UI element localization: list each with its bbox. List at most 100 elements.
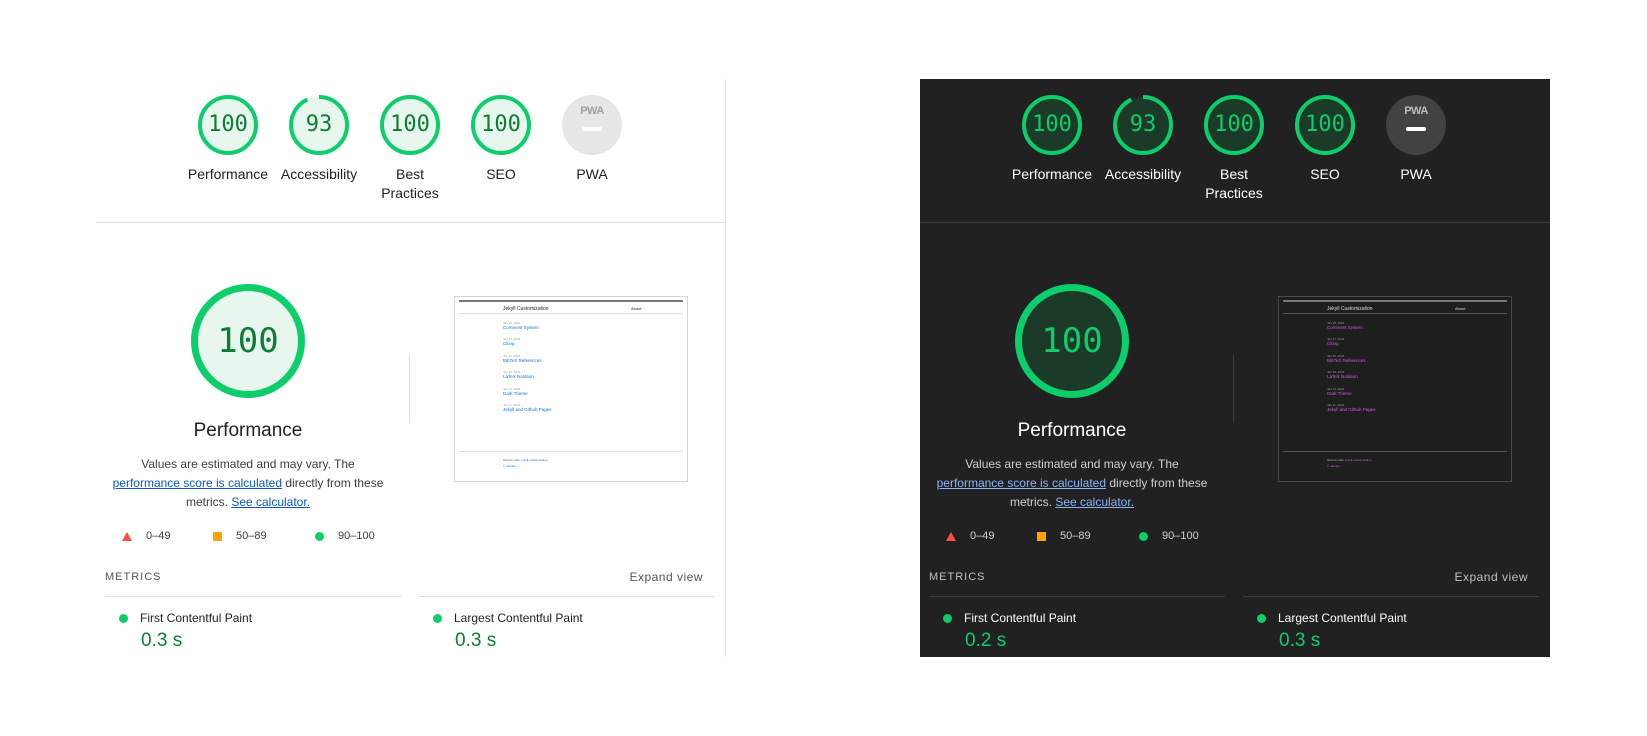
site-header-bar — [459, 300, 683, 302]
metric-value: 0.3 s — [141, 630, 183, 651]
see-calculator-link[interactable]: See calculator. — [231, 495, 310, 509]
post-title: Dark Theme — [503, 391, 528, 396]
gauge-best-practices[interactable]: 100 Best Practices — [1188, 95, 1280, 203]
vertical-divider — [1233, 355, 1234, 423]
legend-pass: 90–100 — [1139, 528, 1199, 544]
metric-name: First Contentful Paint — [140, 611, 253, 625]
gauge-accessibility[interactable]: 93 Accessibility — [273, 95, 365, 184]
metric-name: Largest Contentful Paint — [454, 611, 583, 625]
gauge-seo[interactable]: 100 SEO — [1279, 95, 1371, 184]
pwa-icon: PWA — [580, 105, 604, 117]
gauge-performance[interactable]: 100 Performance — [1006, 95, 1098, 184]
post-item: Jan 14, 2024 Dark Theme — [503, 387, 528, 397]
metric-name-row: First Contentful Paint — [943, 610, 1076, 626]
site-header-bar — [1283, 300, 1507, 302]
score-calculated-link[interactable]: performance score is calculated — [937, 476, 1106, 490]
gauge-score: 100 — [390, 112, 430, 137]
post-title: Comment System — [1327, 325, 1363, 330]
expand-view-button[interactable]: Expand view — [1454, 570, 1528, 584]
final-screenshot[interactable]: Jekyll Customization About Jan 18, 2024 C… — [454, 296, 688, 482]
metric-lcp: Largest Contentful Paint 0.3 s — [1243, 596, 1539, 651]
divider — [96, 222, 725, 223]
legend-pass: 90–100 — [315, 528, 375, 544]
gauge-label: Accessibility — [1104, 166, 1182, 182]
legend-label: 0–49 — [146, 530, 171, 542]
desc-text: Values are estimated and may vary. The — [141, 457, 355, 471]
gauge-label: Best Practices — [381, 166, 439, 201]
nav-about: About — [1455, 306, 1466, 311]
score-calculated-link[interactable]: performance score is calculated — [113, 476, 282, 490]
legend-label: 50–89 — [1060, 530, 1091, 542]
score-legend: 0–49 50–89 90–100 — [946, 528, 1226, 548]
legend-average: 50–89 — [213, 528, 267, 544]
post-item: Jan 16, 2024 BibTeX References — [503, 354, 542, 364]
post-item: Jan 15, 2024 LaTeX Notation — [1327, 370, 1358, 380]
circle-icon — [1139, 531, 1148, 541]
gauge-score: 100 — [481, 112, 521, 137]
gauge-label: SEO — [1310, 166, 1340, 182]
gauge-label: Performance — [187, 166, 269, 182]
expand-view-button[interactable]: Expand view — [629, 570, 703, 584]
post-title: LaTeX Notation — [1327, 374, 1358, 379]
pwa-badge: PWA — [1386, 95, 1446, 155]
legend-fail: 0–49 — [946, 528, 994, 544]
gauge-pwa[interactable]: PWA PWA — [546, 95, 638, 184]
gauge-seo[interactable]: 100 SEO — [455, 95, 547, 184]
metric-value: 0.3 s — [455, 630, 497, 651]
gauge-accessibility[interactable]: 93 Accessibility — [1097, 95, 1189, 184]
post-title: BibTeX References — [503, 358, 542, 363]
site-title: Jekyll Customization — [1327, 306, 1373, 312]
desc-text: Values are estimated and may vary. The — [965, 457, 1179, 471]
see-calculator-link[interactable]: See calculator. — [1055, 495, 1134, 509]
post-item: Jan 14, 2024 Dark Theme — [1327, 387, 1352, 397]
square-icon — [213, 531, 222, 541]
metric-fcp: First Contentful Paint 0.2 s — [929, 596, 1225, 651]
circle-icon — [315, 531, 324, 541]
lighthouse-report-light: 100 Performance 93 Accessibility 100 Bes… — [96, 79, 726, 657]
category-gauges: 100 Performance 93 Accessibility 100 Bes… — [96, 95, 725, 215]
gauge-pwa[interactable]: PWA PWA — [1370, 95, 1462, 184]
post-item: Jan 18, 2024 Comment System — [503, 321, 539, 331]
footer-copyright: © ukonka — [1327, 464, 1340, 468]
footer-source-link: jekyll-customization — [521, 458, 548, 462]
gauge-label: Performance — [1011, 166, 1093, 182]
performance-description: Values are estimated and may vary. The p… — [932, 455, 1212, 512]
performance-score: 100 — [1041, 321, 1103, 361]
metric-name-row: Largest Contentful Paint — [1257, 610, 1407, 626]
divider — [1283, 451, 1507, 452]
post-item: Jan 11, 2024 Jekyll and Github Pages — [503, 403, 552, 413]
post-title: LaTeX Notation — [503, 374, 534, 379]
metrics-heading: METRICS — [105, 571, 162, 583]
divider — [920, 222, 1550, 223]
divider — [459, 313, 683, 314]
gauge-label: PWA — [576, 166, 608, 182]
performance-score-gauge: 100 — [191, 284, 305, 398]
pwa-badge: PWA — [562, 95, 622, 155]
metric-value: 0.2 s — [965, 630, 1007, 651]
post-title: Citing — [1327, 341, 1339, 346]
metrics-heading: METRICS — [929, 571, 986, 583]
footer-source: Source code: jekyll-customization — [1327, 458, 1372, 462]
performance-score-gauge: 100 — [1015, 284, 1129, 398]
post-item: Jan 16, 2024 BibTeX References — [1327, 354, 1366, 364]
divider — [1283, 313, 1507, 314]
score-legend: 0–49 50–89 90–100 — [122, 528, 402, 548]
gauge-best-practices[interactable]: 100 Best Practices — [364, 95, 456, 203]
final-screenshot[interactable]: Jekyll Customization About Jan 18, 2024 C… — [1278, 296, 1512, 482]
metric-name-row: First Contentful Paint — [119, 610, 252, 626]
legend-label: 50–89 — [236, 530, 267, 542]
triangle-icon — [122, 531, 132, 541]
post-item: Jan 18, 2024 Comment System — [1327, 321, 1363, 331]
performance-title: Performance — [1017, 420, 1127, 441]
post-title: Dark Theme — [1327, 391, 1352, 396]
post-item: Jan 15, 2024 LaTeX Notation — [503, 370, 534, 380]
gauge-score: 100 — [208, 112, 248, 137]
triangle-icon — [946, 531, 956, 541]
performance-title: Performance — [193, 420, 303, 441]
gauge-performance[interactable]: 100 Performance — [182, 95, 274, 184]
footer-source-label: Source code: — [1327, 458, 1345, 462]
square-icon — [1037, 531, 1046, 541]
circle-icon — [119, 614, 128, 624]
performance-score: 100 — [217, 321, 279, 361]
post-title: Comment System — [503, 325, 539, 330]
